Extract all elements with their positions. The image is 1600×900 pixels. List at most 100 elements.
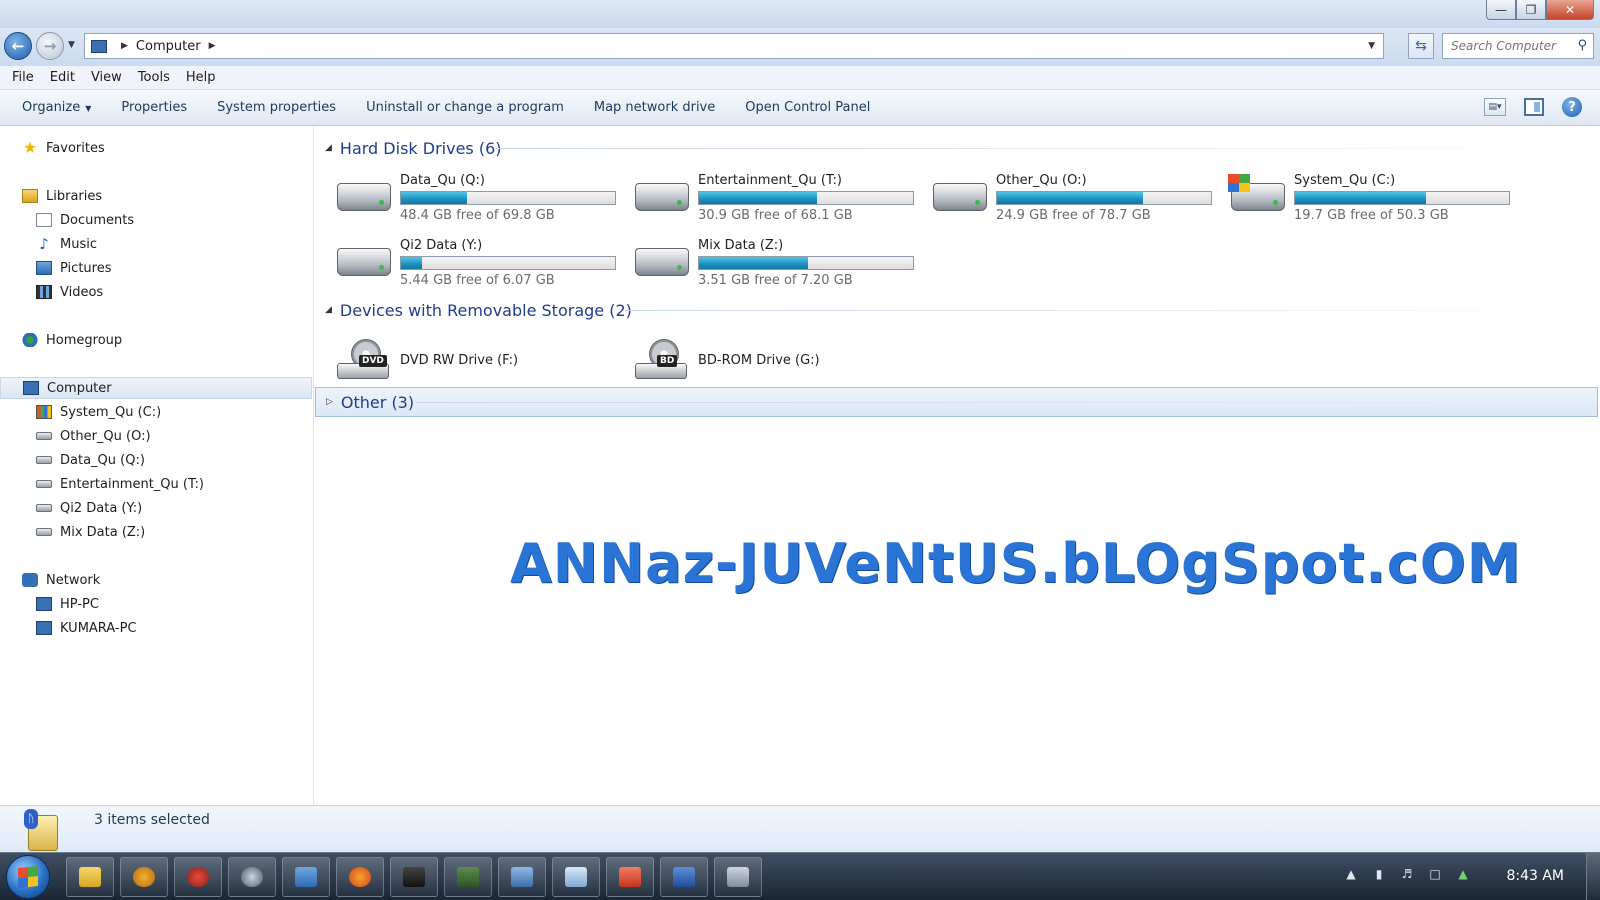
drive-tile-f[interactable]: DVD DVD RW Drive (F:) <box>315 327 605 389</box>
show-desktop-button[interactable] <box>1586 853 1600 900</box>
nav-drive-label: System_Qu (C:) <box>60 404 162 420</box>
menu-view[interactable]: View <box>83 70 130 85</box>
collapse-triangle-icon[interactable]: ◢ <box>325 305 332 315</box>
nav-music[interactable]: ♪ Music <box>36 233 97 255</box>
taskbar-app[interactable] <box>714 857 762 897</box>
back-button[interactable]: ← <box>4 32 32 60</box>
hard-drive-icon <box>36 432 52 440</box>
picture-icon <box>36 261 52 275</box>
taskbar-app[interactable] <box>444 857 492 897</box>
hard-drive-icon <box>36 528 52 536</box>
taskbar-app[interactable] <box>336 857 384 897</box>
computer-icon <box>23 381 39 395</box>
taskbar-explorer[interactable] <box>66 857 114 897</box>
group-divider <box>495 148 1585 149</box>
drive-free-space: 3.51 GB free of 7.20 GB <box>698 273 853 288</box>
drive-tile-g[interactable]: BD BD-ROM Drive (G:) <box>613 327 903 389</box>
expand-triangle-icon[interactable]: ▷ <box>326 397 333 407</box>
nav-libraries[interactable]: Libraries <box>22 185 102 207</box>
drive-tile-c[interactable]: System_Qu (C:) 19.7 GB free of 50.3 GB <box>1209 167 1510 229</box>
drive-tile-z[interactable]: Mix Data (Z:) 3.51 GB free of 7.20 GB <box>613 232 914 294</box>
recent-pages-button[interactable]: ▼ <box>68 40 75 50</box>
nav-network-pc[interactable]: HP-PC <box>36 593 99 615</box>
address-dropdown-icon[interactable]: ▼ <box>1368 41 1375 51</box>
start-button[interactable] <box>6 855 50 899</box>
taskbar-app[interactable] <box>390 857 438 897</box>
nav-computer[interactable]: Computer <box>0 377 312 399</box>
drive-tile-q[interactable]: Data_Qu (Q:) 48.4 GB free of 69.8 GB <box>315 167 616 229</box>
properties-button[interactable]: Properties <box>109 100 205 115</box>
organize-button[interactable]: Organize ▼ <box>10 100 109 115</box>
group-other[interactable]: ▷ Other (3) <box>315 387 1598 417</box>
nav-videos[interactable]: Videos <box>36 281 103 303</box>
drive-tile-o[interactable]: Other_Qu (O:) 24.9 GB free of 78.7 GB <box>911 167 1212 229</box>
chevron-right-icon[interactable]: ▶ <box>121 41 128 51</box>
taskbar-app[interactable] <box>552 857 600 897</box>
nav-drive-y[interactable]: Qi2 Data (Y:) <box>36 497 142 519</box>
search-icon[interactable]: ⚲ <box>1577 38 1587 53</box>
volume-icon[interactable]: ♬ <box>1400 867 1414 881</box>
taskbar-app[interactable] <box>606 857 654 897</box>
system-properties-button[interactable]: System properties <box>205 100 354 115</box>
drive-free-space: 19.7 GB free of 50.3 GB <box>1294 208 1449 223</box>
chevron-right-icon[interactable]: ▶ <box>209 41 216 51</box>
nav-drive-t[interactable]: Entertainment_Qu (T:) <box>36 473 204 495</box>
nav-homegroup[interactable]: Homegroup <box>22 329 122 351</box>
refresh-button[interactable]: ⇆ <box>1408 33 1434 59</box>
group-removable-storage[interactable]: ◢ Devices with Removable Storage (2) <box>315 297 1585 323</box>
menu-file[interactable]: File <box>4 70 42 85</box>
network-icon <box>22 573 38 587</box>
group-divider <box>416 402 1586 403</box>
group-hard-disk-drives[interactable]: ◢ Hard Disk Drives (6) <box>315 135 1585 161</box>
close-button[interactable]: ✕ <box>1546 0 1594 20</box>
battery-icon[interactable]: ▮ <box>1372 867 1386 881</box>
open-control-panel-button[interactable]: Open Control Panel <box>733 100 888 115</box>
nav-documents[interactable]: Documents <box>36 209 134 231</box>
hard-drive-icon <box>635 248 689 276</box>
nav-computer-label: Computer <box>47 380 112 396</box>
taskbar-app[interactable] <box>660 857 708 897</box>
forward-button[interactable]: → <box>36 32 64 60</box>
maximize-button[interactable]: ❐ <box>1516 0 1546 20</box>
drive-name: Other_Qu (O:) <box>996 173 1087 188</box>
nav-pictures[interactable]: Pictures <box>36 257 111 279</box>
breadcrumb-computer[interactable]: Computer <box>136 39 201 54</box>
nav-music-label: Music <box>60 236 97 252</box>
change-view-icon[interactable]: ▤▾ <box>1484 98 1506 116</box>
nav-network[interactable]: Network <box>22 569 100 591</box>
help-icon[interactable]: ? <box>1562 97 1582 117</box>
nav-drive-q[interactable]: Data_Qu (Q:) <box>36 449 145 471</box>
search-input[interactable] <box>1451 39 1571 53</box>
menu-tools[interactable]: Tools <box>130 70 178 85</box>
nav-pictures-label: Pictures <box>60 260 112 276</box>
show-hidden-icons-icon[interactable]: ▲ <box>1344 867 1358 881</box>
taskbar-clock[interactable]: 8:43 AM <box>1506 868 1564 884</box>
menu-help[interactable]: Help <box>178 70 224 85</box>
refresh-icon: ⇆ <box>1415 38 1427 54</box>
network-status-icon[interactable]: □ <box>1428 867 1442 881</box>
taskbar-app[interactable] <box>498 857 546 897</box>
nav-favorites[interactable]: ★ Favorites <box>22 137 105 159</box>
taskbar-app[interactable] <box>228 857 276 897</box>
preview-pane-icon[interactable] <box>1524 98 1544 116</box>
minimize-button[interactable]: — <box>1486 0 1516 20</box>
search-box[interactable]: ⚲ <box>1442 33 1594 59</box>
drive-tile-y[interactable]: Qi2 Data (Y:) 5.44 GB free of 6.07 GB <box>315 232 616 294</box>
map-network-drive-button[interactable]: Map network drive <box>582 100 733 115</box>
address-bar[interactable]: ▶ Computer ▶ ▼ <box>84 33 1384 59</box>
drive-usage-bar <box>698 256 914 270</box>
uninstall-program-button[interactable]: Uninstall or change a program <box>354 100 582 115</box>
wireless-icon[interactable]: ▲ <box>1456 867 1470 881</box>
nav-network-pc[interactable]: KUMARA-PC <box>36 617 137 639</box>
taskbar-app[interactable] <box>174 857 222 897</box>
taskbar-app[interactable] <box>282 857 330 897</box>
library-icon <box>22 189 38 203</box>
menu-edit[interactable]: Edit <box>42 70 83 85</box>
collapse-triangle-icon[interactable]: ◢ <box>325 143 332 153</box>
taskbar-app[interactable] <box>120 857 168 897</box>
navigation-bar: ← → ▼ ▶ Computer ▶ ▼ ⇆ ⚲ <box>0 28 1600 66</box>
nav-drive-o[interactable]: Other_Qu (O:) <box>36 425 151 447</box>
drive-tile-t[interactable]: Entertainment_Qu (T:) 30.9 GB free of 68… <box>613 167 914 229</box>
nav-drive-z[interactable]: Mix Data (Z:) <box>36 521 145 543</box>
nav-drive-c[interactable]: System_Qu (C:) <box>36 401 161 423</box>
